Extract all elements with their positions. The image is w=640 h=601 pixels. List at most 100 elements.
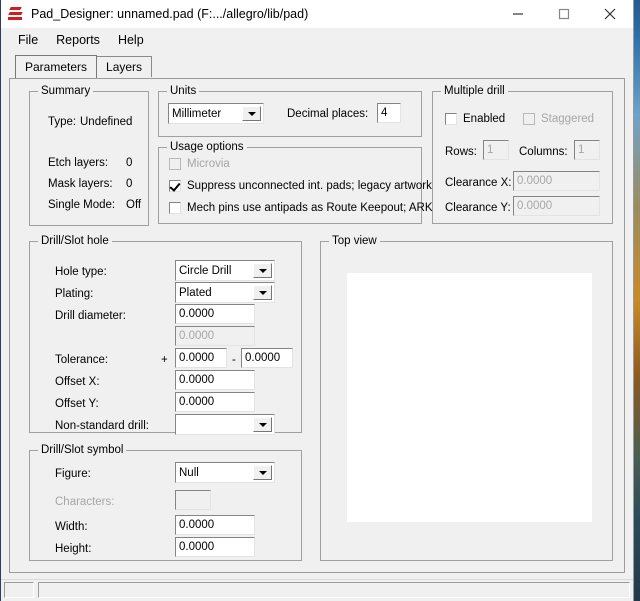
summary-single-mode-label: Single Mode: (48, 199, 116, 211)
figure-combobox[interactable]: Null (175, 462, 275, 483)
allegro-pad-icon (8, 6, 24, 22)
menu-file[interactable]: File (9, 30, 47, 50)
checkbox-multiple-drill-staggered[interactable]: Staggered (523, 113, 594, 125)
drill-slot-hole-group: Drill/Slot hole Hole type: Circle Drill … (29, 235, 302, 435)
clearance-x-label: Clearance X: (445, 177, 512, 189)
tab-layers[interactable]: Layers (96, 56, 153, 77)
checkbox-box (169, 158, 181, 170)
non-standard-drill-label: Non-standard drill: (55, 420, 149, 432)
drill-diameter-input[interactable]: 0.0000 (175, 304, 255, 324)
characters-label: Characters: (55, 496, 115, 508)
drill-diameter-label: Drill diameter: (55, 310, 126, 322)
rows-label: Rows: (445, 146, 477, 158)
chevron-down-icon[interactable] (253, 417, 272, 432)
columns-label: Columns: (519, 146, 568, 158)
width-label: Width: (55, 521, 88, 533)
drill-slot-hole-group-title: Drill/Slot hole (38, 235, 112, 247)
top-view-group-title: Top view (329, 235, 380, 247)
non-standard-drill-combobox[interactable] (175, 414, 275, 435)
top-view-group: Top view (320, 235, 613, 561)
checkbox-multiple-drill-enabled-label: Enabled (463, 113, 506, 125)
width-input[interactable]: 0.0000 (175, 515, 255, 535)
pad-designer-window: Pad_Designer: unnamed.pad (F:.../allegro… (0, 0, 634, 601)
decimal-places-input[interactable]: 4 (377, 103, 401, 123)
summary-group: Summary Type: Undefined Etch layers: 0 M… (29, 85, 149, 226)
status-pane-left (4, 582, 34, 598)
drill-diameter-secondary-input[interactable]: 0.0000 (175, 326, 255, 346)
checkbox-mech-pins-antipads[interactable]: Mech pins use antipads as Route Keepout;… (169, 202, 433, 214)
clearance-y-input[interactable]: 0.0000 (513, 196, 600, 216)
usage-options-group-title: Usage options (167, 141, 247, 153)
menu-help[interactable]: Help (109, 30, 153, 50)
summary-single-mode-value: Off (126, 199, 142, 211)
checkbox-suppress-unconnected-label: Suppress unconnected int. pads; legacy a… (187, 180, 432, 192)
multiple-drill-group: Multiple drill Enabled Staggered Rows: 1… (432, 85, 613, 224)
hole-type-combobox[interactable]: Circle Drill (175, 260, 275, 281)
summary-mask-layers-value: 0 (126, 178, 133, 190)
checkbox-microvia[interactable]: Microvia (169, 158, 230, 170)
close-button[interactable] (587, 0, 633, 28)
window-title: Pad_Designer: unnamed.pad (F:.../allegro… (31, 7, 309, 21)
checkbox-box (445, 113, 457, 125)
chevron-down-icon[interactable] (253, 465, 272, 480)
rows-input[interactable]: 1 (483, 140, 509, 160)
maximize-button[interactable] (541, 0, 587, 28)
clearance-x-input[interactable]: 0.0000 (513, 171, 600, 191)
hole-type-combobox-value: Circle Drill (179, 264, 232, 277)
units-group-title: Units (167, 85, 200, 97)
checkbox-box (169, 202, 181, 214)
drill-slot-symbol-group-title: Drill/Slot symbol (38, 444, 127, 456)
check-icon (169, 180, 181, 192)
plating-combobox[interactable]: Plated (175, 282, 275, 303)
tolerance-label: Tolerance: (55, 354, 109, 366)
summary-type-label: Type: (48, 116, 77, 128)
plating-combobox-value: Plated (179, 286, 212, 299)
top-view-canvas[interactable] (347, 273, 592, 522)
tab-strip: Parameters Layers (15, 55, 153, 78)
checkbox-mech-pins-antipads-label: Mech pins use antipads as Route Keepout;… (187, 202, 433, 214)
columns-input[interactable]: 1 (574, 140, 600, 160)
tolerance-minus-sign: - (232, 354, 236, 366)
usage-options-group: Usage options Microvia Suppress unconnec… (158, 141, 433, 224)
checkbox-microvia-label: Microvia (187, 158, 230, 170)
chevron-down-icon[interactable] (253, 263, 272, 278)
checkbox-box (169, 180, 181, 192)
drill-slot-symbol-group: Drill/Slot symbol Figure: Null Character… (29, 444, 302, 561)
decimal-places-label: Decimal places: (287, 108, 369, 120)
tab-parameters[interactable]: Parameters (15, 55, 98, 78)
units-combobox-value: Millimeter (172, 107, 222, 120)
parameters-tab-page: Summary Type: Undefined Etch layers: 0 M… (9, 78, 625, 573)
multiple-drill-group-title: Multiple drill (441, 85, 508, 97)
tolerance-minus-input[interactable]: 0.0000 (241, 348, 293, 368)
tolerance-plus-input[interactable]: 0.0000 (175, 348, 227, 368)
clearance-y-label: Clearance Y: (445, 202, 511, 214)
summary-etch-layers-value: 0 (126, 157, 133, 169)
units-combobox[interactable]: Millimeter (168, 103, 264, 124)
menu-reports[interactable]: Reports (47, 30, 109, 50)
checkbox-box (523, 113, 535, 125)
height-input[interactable]: 0.0000 (175, 537, 255, 557)
summary-group-title: Summary (38, 85, 94, 97)
height-label: Height: (55, 543, 92, 555)
characters-input[interactable] (175, 490, 211, 510)
chevron-down-icon[interactable] (253, 285, 272, 300)
units-group: Units Millimeter Decimal places: 4 (158, 85, 422, 137)
menu-bar: File Reports Help (1, 28, 633, 52)
figure-combobox-value: Null (179, 466, 199, 479)
title-bar: Pad_Designer: unnamed.pad (F:.../allegro… (1, 0, 633, 28)
summary-mask-layers-label: Mask layers: (48, 178, 113, 190)
status-pane-main (38, 582, 630, 598)
checkbox-suppress-unconnected[interactable]: Suppress unconnected int. pads; legacy a… (169, 180, 432, 192)
chevron-down-icon[interactable] (242, 106, 261, 121)
offset-x-label: Offset X: (55, 376, 100, 388)
figure-label: Figure: (55, 468, 91, 480)
offset-y-input[interactable]: 0.0000 (175, 392, 255, 412)
client-area: Parameters Layers Summary Type: Undefine… (1, 52, 633, 579)
checkbox-multiple-drill-staggered-label: Staggered (541, 113, 595, 125)
minimize-button[interactable] (495, 0, 541, 28)
summary-type-value: Undefined (80, 116, 133, 128)
checkbox-multiple-drill-enabled[interactable]: Enabled (445, 113, 505, 125)
status-bar (1, 579, 633, 601)
summary-etch-layers-label: Etch layers: (48, 157, 109, 169)
offset-x-input[interactable]: 0.0000 (175, 370, 255, 390)
